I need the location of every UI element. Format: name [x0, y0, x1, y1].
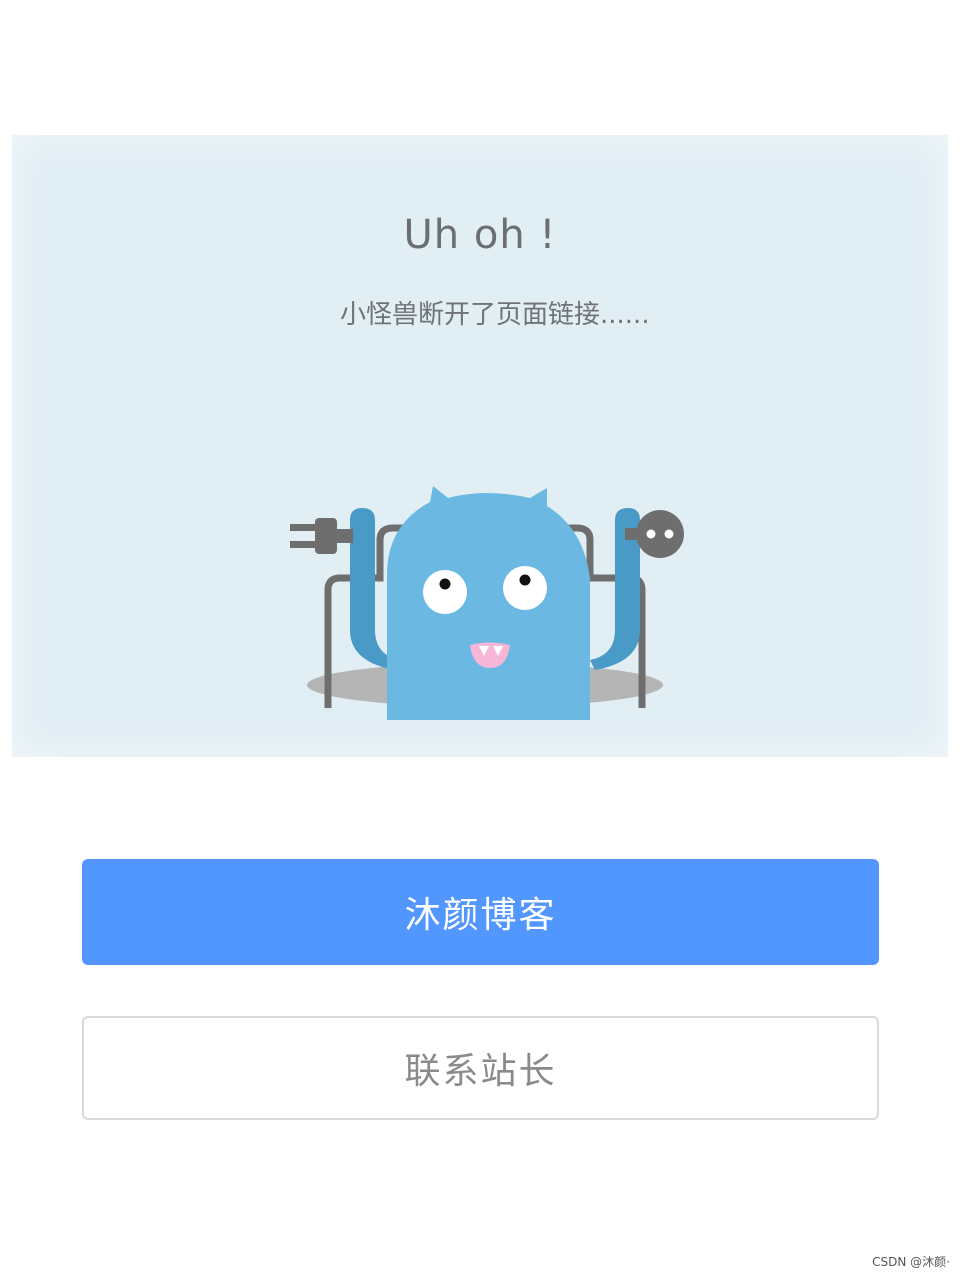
error-title: Uh oh !	[403, 212, 557, 258]
contact-admin-button[interactable]: 联系站长	[82, 1016, 879, 1120]
error-subtitle: 小怪兽断开了页面链接......	[340, 300, 650, 330]
blog-button[interactable]: 沐颜博客	[82, 859, 879, 965]
csdn-watermark: CSDN @沐颜·	[872, 1255, 950, 1269]
error-page: Uh oh ! 小怪兽断开了页面链接...... 沐颜博客 联系站长 CSDN …	[0, 0, 962, 1280]
monster-body	[387, 486, 590, 720]
plug-icon	[290, 518, 353, 554]
disconnected-monster-illustration	[290, 486, 684, 720]
